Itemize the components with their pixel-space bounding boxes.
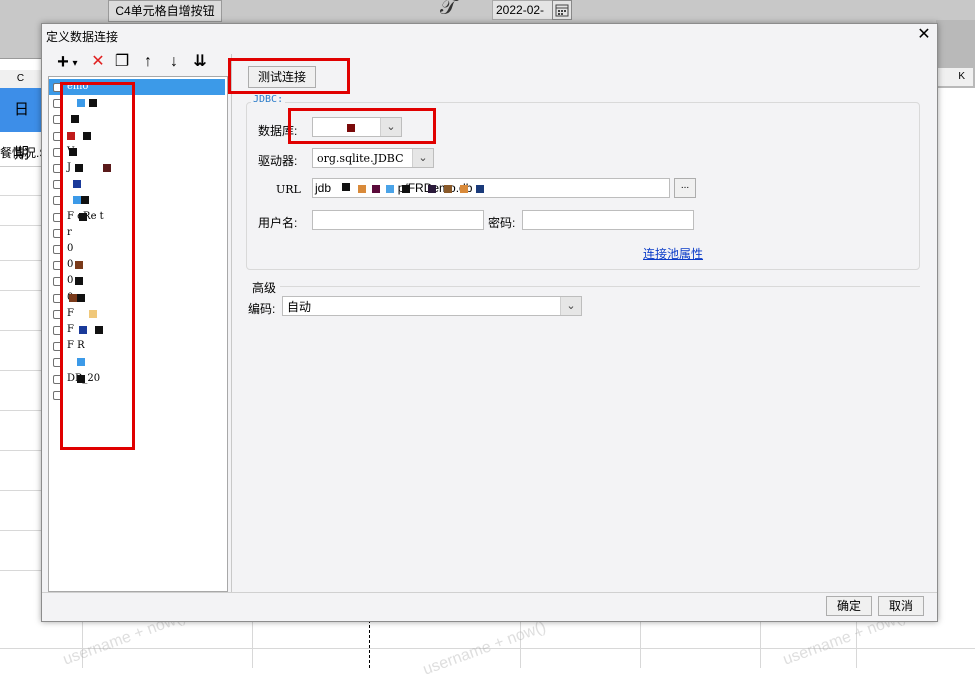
password-label: 密码: — [488, 216, 516, 230]
cancel-button[interactable]: 取消 — [878, 596, 924, 616]
ok-button[interactable]: 确定 — [826, 596, 872, 616]
grid-line-vertical — [640, 620, 641, 668]
arrow-down-icon[interactable]: ↓ — [164, 52, 184, 72]
username-label: 用户名: — [258, 216, 298, 230]
footer-divider — [42, 592, 937, 593]
url-label: URL — [276, 183, 301, 196]
dialog-title: 定义数据连接 — [46, 30, 119, 44]
pool-properties-link[interactable]: 连接池属性 — [643, 245, 703, 262]
watermark: username + now() — [420, 618, 549, 679]
driver-label: 驱动器: — [258, 154, 298, 168]
define-data-connection-dialog: 定义数据连接 ✕ + ▾ ✕ ❐ ↑ ↓ ⇊ emoVJF eRe tr0000… — [41, 23, 938, 622]
encoding-label: 编码: — [248, 302, 276, 316]
column-header-c: C — [0, 70, 41, 89]
arrow-up-icon[interactable]: ↑ — [138, 52, 158, 72]
driver-select[interactable]: org.sqlite.JDBC ⌄ — [312, 148, 434, 168]
password-input[interactable] — [522, 210, 694, 230]
highlight-box — [288, 108, 436, 144]
redacted-mark — [402, 185, 410, 193]
chevron-down-icon[interactable]: ▾ — [70, 54, 80, 74]
url-browse-button[interactable]: ... — [674, 178, 696, 198]
copy-icon[interactable]: ❐ — [112, 52, 132, 72]
column-header-k: K — [938, 68, 973, 86]
jdbc-group-title: JDBC: — [251, 94, 286, 105]
redacted-mark — [460, 185, 468, 193]
highlight-box — [60, 82, 135, 450]
advanced-label: 高级 — [252, 281, 277, 295]
username-input[interactable] — [312, 210, 484, 230]
delete-icon[interactable]: ✕ — [88, 52, 108, 72]
redacted-mark — [342, 183, 350, 191]
redacted-mark — [386, 185, 394, 193]
redacted-mark — [476, 185, 484, 193]
close-icon[interactable]: ✕ — [915, 26, 933, 44]
encoding-select[interactable]: 自动 ⌄ — [282, 296, 582, 316]
connection-toolbar: + ▾ ✕ ❐ ↑ ↓ ⇊ — [48, 48, 228, 76]
background-sheet-area — [936, 88, 975, 620]
date-field[interactable]: 2022-02- — [492, 0, 555, 20]
page-break-line — [369, 620, 371, 668]
driver-value: org.sqlite.JDBC — [317, 152, 404, 165]
redacted-mark — [444, 185, 452, 193]
connection-settings: 测试连接 JDBC: 数据库: ⌄ 驱动器: org.sqlite.JDBC ⌄… — [228, 54, 936, 592]
redacted-mark — [358, 185, 366, 193]
date-header-cell: 日期 — [0, 88, 42, 162]
redacted-mark — [428, 185, 436, 193]
grid-line-vertical — [760, 620, 761, 668]
redacted-mark — [372, 185, 380, 193]
auto-increment-button[interactable]: C4单元格自增按钮 — [108, 0, 222, 22]
highlight-box — [228, 58, 350, 94]
meal-status-cell: 餐情况.S — [0, 140, 42, 167]
encoding-value: 自动 — [287, 300, 312, 314]
grid-line-vertical — [252, 620, 253, 668]
chevron-down-icon[interactable]: ⌄ — [412, 149, 433, 167]
chevron-down-icon[interactable]: ⌄ — [560, 297, 581, 315]
background-right-panel: K — [936, 20, 975, 620]
background-scribble: 𝒯 — [440, 0, 457, 19]
calendar-icon[interactable] — [552, 0, 572, 20]
advanced-divider — [280, 286, 920, 287]
sort-icon[interactable]: ⇊ — [190, 52, 210, 72]
